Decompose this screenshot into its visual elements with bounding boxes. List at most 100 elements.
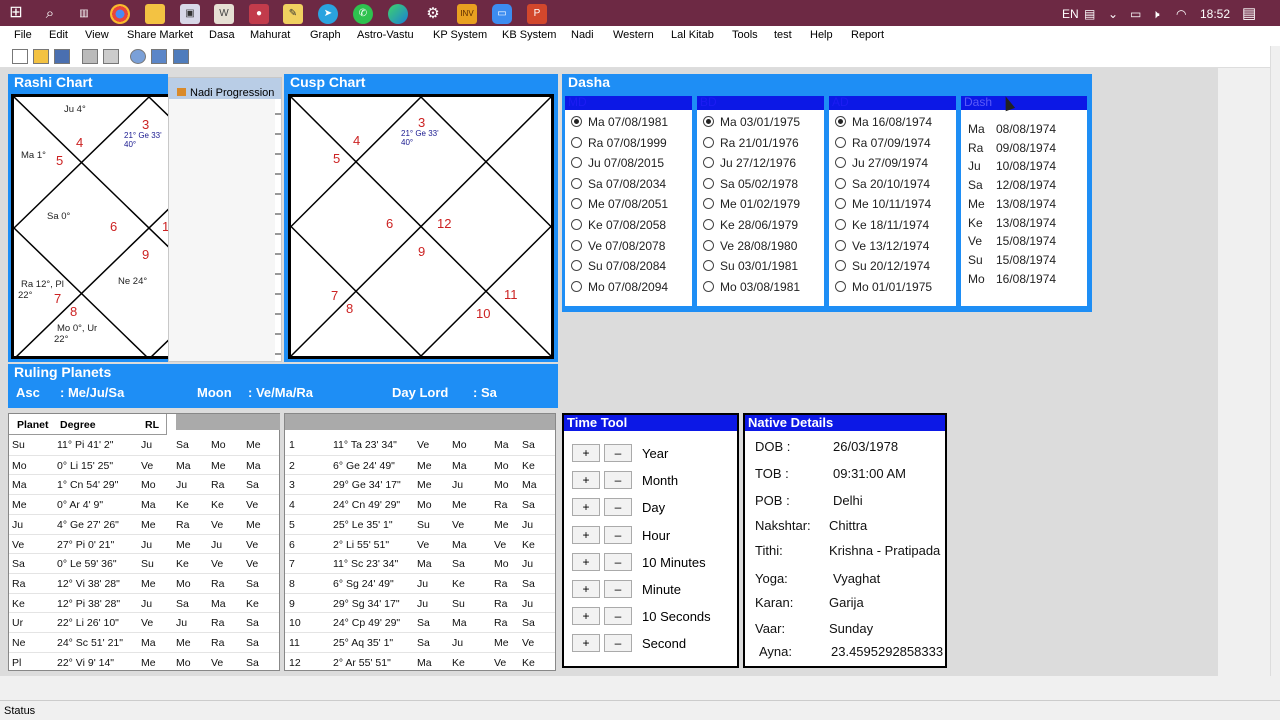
dasha-option[interactable]: Me 10/11/1974 [835,197,931,211]
table-row[interactable]: 12 2° Ar 55' 51" Ma Ke Ve Ke [285,651,555,672]
menu-tools[interactable]: Tools [732,26,758,44]
zoom-icon[interactable]: ▭ [492,4,512,24]
dasha-option[interactable]: Me 07/08/2051 [571,197,668,211]
cusp-chart[interactable]: 3 4 5 6 12 9 7 8 11 10 21° Ge 33' 40° [288,94,554,359]
col-rl[interactable]: RL [145,419,159,431]
menu-help[interactable]: Help [810,26,833,44]
menu-edit[interactable]: Edit [49,26,68,44]
vertical-scrollbar[interactable] [1270,46,1280,676]
col-degree[interactable]: Degree [60,419,96,431]
sd-date[interactable]: 12/08/1974 [996,178,1056,192]
sd-date[interactable]: 08/08/1974 [996,122,1056,136]
sd-date[interactable]: 13/08/1974 [996,216,1056,230]
radio-icon[interactable] [835,260,846,272]
menu-share-market[interactable]: Share Market [127,26,193,44]
volume-icon[interactable]: 🕨 [1152,0,1160,28]
increment-button[interactable]: + [572,498,600,517]
menu-kb-system[interactable]: KB System [502,26,556,44]
radio-icon[interactable] [835,157,846,169]
nadi-progression-title-bar[interactable]: Nadi Progression [169,78,281,99]
radio-icon[interactable] [571,198,582,210]
radio-icon[interactable] [703,136,714,148]
edge-icon[interactable] [388,4,408,24]
increment-button[interactable]: + [572,607,600,626]
wifi-icon[interactable]: ◠ [1176,0,1186,28]
dasha-option[interactable]: Su 03/01/1981 [703,259,798,273]
dasha-option[interactable]: Ke 18/11/1974 [835,218,929,232]
table-row[interactable]: 4 24° Cn 49' 29" Mo Me Ra Sa [285,494,555,514]
table-row[interactable]: Me 0° Ar 4' 9" Ma Ke Ke Ve [9,494,279,514]
table-row[interactable]: Ke 12° Pi 38' 28" Ju Sa Ma Ke [9,592,279,613]
sd-planet[interactable]: Ke [968,216,983,230]
photos-icon[interactable]: ▣ [180,4,200,24]
table-row[interactable]: 6 2° Li 55' 51" Ve Ma Ve Ke [285,533,555,554]
language-indicator[interactable]: EN [1062,0,1079,28]
app-inv-icon[interactable]: INV [457,4,477,24]
new-file-icon[interactable] [12,49,28,64]
dasha-option[interactable]: Su 07/08/2084 [571,259,666,273]
increment-button[interactable]: + [572,471,600,490]
increment-button[interactable]: + [572,444,600,462]
table-row[interactable]: 2 6° Ge 24' 49" Me Ma Mo Ke [285,454,555,475]
radio-icon[interactable] [835,280,846,292]
dasha-option[interactable]: Su 20/12/1974 [835,259,930,273]
dasha-option[interactable]: Sa 05/02/1978 [703,177,798,191]
dasha-option[interactable]: Ra 07/09/1974 [835,136,931,150]
sd-planet[interactable]: Ve [968,234,982,248]
globe-icon[interactable] [130,49,146,64]
radio-icon[interactable] [703,116,714,127]
radio-icon[interactable] [703,198,714,210]
radio-icon[interactable] [571,280,582,292]
radio-icon[interactable] [703,239,714,251]
sd-date[interactable]: 13/08/1974 [996,197,1056,211]
table-row[interactable]: Mo 0° Li 15' 25" Ve Ma Me Ma [9,454,279,475]
app-icon[interactable]: ● [249,4,269,24]
dasha-option[interactable]: Ve 07/08/2078 [571,239,665,253]
dasha-option[interactable]: Ma 07/08/1981 [571,115,668,129]
settings-icon[interactable]: ⚙ [423,4,443,24]
menu-graph[interactable]: Graph [310,26,341,44]
sd-planet[interactable]: Ju [968,159,981,173]
decrement-button[interactable]: – [604,552,632,571]
decrement-button[interactable]: – [604,634,632,653]
sd-planet[interactable]: Sa [968,178,983,192]
dasha-option[interactable]: Ra 07/08/1999 [571,136,667,150]
radio-icon[interactable] [703,219,714,230]
telegram-icon[interactable]: ➤ [318,4,338,24]
dasha-option[interactable]: Ra 21/01/1976 [703,136,799,150]
increment-button[interactable]: + [572,634,600,653]
dasha-option[interactable]: Sa 07/08/2034 [571,177,666,191]
table-row[interactable]: 8 6° Sg 24' 49" Ju Ke Ra Sa [285,572,555,593]
dasha-option[interactable]: Mo 07/08/2094 [571,280,668,294]
dasha-option[interactable]: Ke 07/08/2058 [571,218,666,232]
menu-mahurat[interactable]: Mahurat [250,26,290,44]
menu-nadi[interactable]: Nadi [571,26,594,44]
print-preview-icon[interactable] [103,49,119,64]
menu-file[interactable]: File [14,26,32,44]
col-planet[interactable]: Planet [17,419,49,431]
increment-button[interactable]: + [572,525,600,544]
menu-lal-kitab[interactable]: Lal Kitab [671,26,714,44]
notepad-icon[interactable]: ✎ [283,4,303,24]
sd-date[interactable]: 15/08/1974 [996,234,1056,248]
radio-icon[interactable] [571,116,582,127]
radio-icon[interactable] [571,260,582,272]
menu-astro-vastu[interactable]: Astro-Vastu [357,26,414,44]
search-icon[interactable]: ⌕ [40,4,60,24]
save-icon[interactable] [54,49,70,64]
powerpoint-icon[interactable]: P [527,4,547,24]
open-folder-icon[interactable] [33,49,49,64]
radio-icon[interactable] [835,219,846,230]
dasha-option[interactable]: Ke 28/06/1979 [703,218,798,232]
table-row[interactable]: Ne 24° Sc 51' 21" Ma Me Ra Sa [9,632,279,652]
table-row[interactable]: Ma 1° Cn 54' 29" Mo Ju Ra Sa [9,474,279,494]
increment-button[interactable]: + [572,580,600,598]
clock[interactable]: 18:52 [1200,0,1230,28]
increment-button[interactable]: + [572,552,600,571]
radio-icon[interactable] [835,198,846,210]
table-row[interactable]: 9 29° Sg 34' 17" Ju Su Ra Ju [285,592,555,613]
windows-start-icon[interactable]: ⊞ [6,4,26,24]
sd-date[interactable]: 15/08/1974 [996,253,1056,267]
image-export-icon[interactable] [173,49,189,64]
file-explorer-icon[interactable] [145,4,165,24]
